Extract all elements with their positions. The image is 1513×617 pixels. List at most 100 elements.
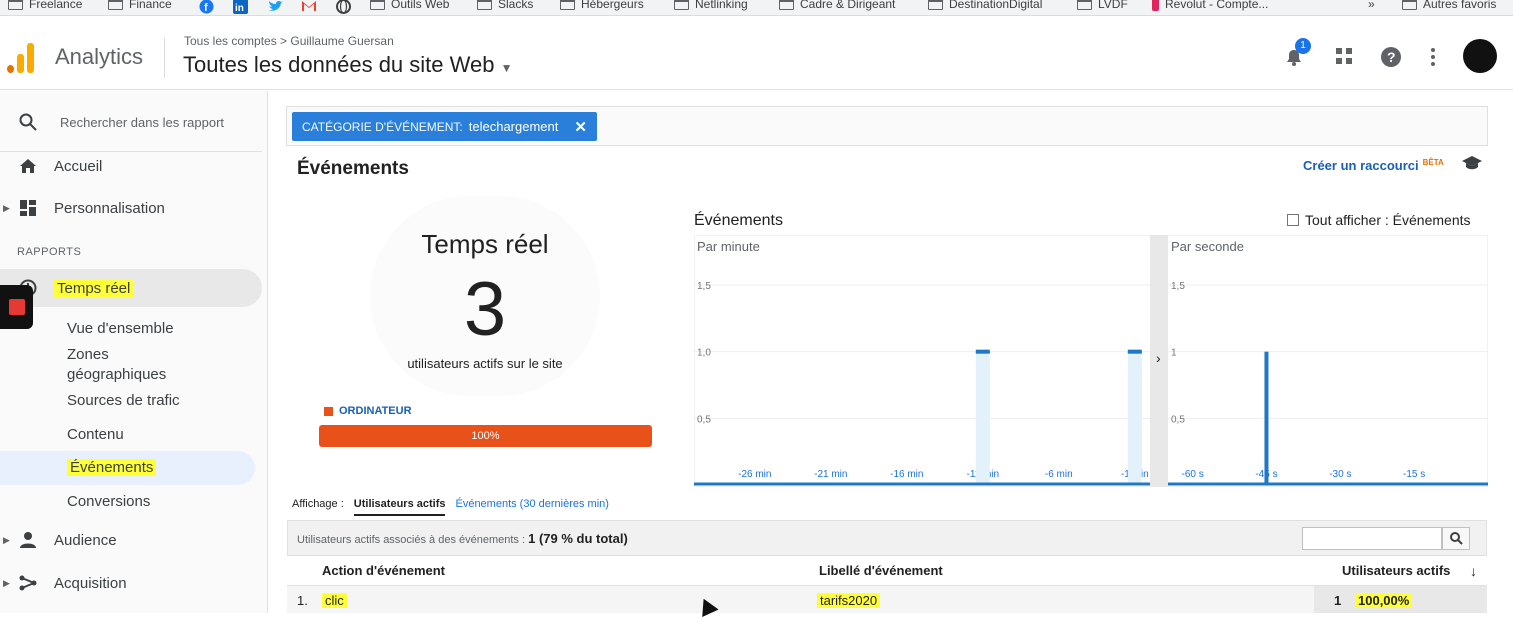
sidebar-sub-overview[interactable]: Vue d'ensemble bbox=[67, 319, 174, 339]
chevron-right-icon: ▶ bbox=[3, 577, 10, 588]
bookmark-destination-digital[interactable]: DestinationDigital bbox=[928, 0, 1042, 11]
app-header: Analytics Tous les comptes > Guillaume G… bbox=[0, 16, 1513, 90]
show-all-checkbox[interactable]: Tout afficher : Événements bbox=[1287, 212, 1471, 228]
x-tick-label: -16 min bbox=[890, 469, 923, 480]
folder-icon bbox=[8, 0, 23, 10]
record-stop-button[interactable] bbox=[0, 285, 33, 329]
realtime-title: Temps réel bbox=[421, 229, 549, 259]
folder-icon bbox=[674, 0, 689, 10]
linkedin-icon[interactable]: in bbox=[233, 0, 248, 14]
x-tick-label: -21 min bbox=[814, 469, 847, 480]
column-header-label[interactable]: Libellé d'événement bbox=[819, 563, 943, 578]
close-icon[interactable]: ✕ bbox=[574, 118, 587, 136]
bookmark-other-favorites[interactable]: Autres favoris bbox=[1402, 0, 1496, 11]
x-tick-label: -30 s bbox=[1329, 469, 1351, 480]
x-tick-label: -6 min bbox=[1045, 469, 1073, 480]
sidebar-search[interactable]: Rechercher dans les rapport bbox=[0, 103, 262, 141]
sidebar-item-audience[interactable]: ▶ Audience bbox=[0, 521, 262, 559]
row-active-users: 1 bbox=[1334, 593, 1342, 608]
active-users-label: utilisateurs actifs sur le site bbox=[407, 356, 563, 371]
page-title: Événements bbox=[297, 158, 409, 179]
chart-bar-bg bbox=[1127, 351, 1142, 485]
revolut-icon bbox=[1152, 0, 1159, 11]
graduation-cap-icon[interactable] bbox=[1461, 155, 1483, 176]
bookmark-slacks[interactable]: Slacks bbox=[477, 0, 533, 11]
bookmark-netlinking[interactable]: Netlinking bbox=[674, 0, 748, 11]
twitter-icon[interactable] bbox=[268, 0, 284, 14]
chart-bar bbox=[1127, 349, 1142, 354]
row-event-action[interactable]: clic bbox=[322, 593, 347, 608]
search-icon bbox=[18, 112, 38, 132]
bookmark-outils-web[interactable]: Outils Web bbox=[370, 0, 449, 11]
gmail-icon[interactable] bbox=[301, 0, 317, 12]
bookmark-freelance[interactable]: Freelance bbox=[8, 0, 82, 11]
chart-frame bbox=[694, 235, 1488, 487]
help-icon[interactable]: ? bbox=[1380, 46, 1402, 68]
globe-icon[interactable] bbox=[336, 0, 351, 14]
column-header-active-users[interactable]: Utilisateurs actifs bbox=[1342, 563, 1450, 578]
filter-chip[interactable]: CATÉGORIE D'ÉVÉNEMENT: telechargement ✕ bbox=[292, 112, 597, 141]
sidebar-item-acquisition[interactable]: ▶ Acquisition bbox=[0, 564, 262, 602]
folder-icon bbox=[928, 0, 943, 10]
y-tick-label: 1,5 bbox=[697, 281, 711, 292]
view-label: Affichage : bbox=[292, 498, 344, 510]
folder-icon bbox=[108, 0, 123, 10]
table-row[interactable]: 1. clic tarifs2020 1 100,00% bbox=[287, 586, 1487, 613]
sidebar-sub-events[interactable]: Événements bbox=[67, 458, 157, 478]
device-share-bar: 100% bbox=[319, 425, 652, 447]
sidebar-sub-traffic-sources[interactable]: Sources de trafic bbox=[67, 391, 180, 411]
y-tick-label: 0,5 bbox=[697, 414, 711, 425]
chart-panel-subtitle: Par seconde bbox=[1171, 239, 1244, 254]
chart-title: Événements bbox=[694, 212, 783, 229]
person-icon bbox=[18, 530, 38, 550]
bookmark-finance[interactable]: Finance bbox=[108, 0, 172, 11]
sidebar-item-home[interactable]: Accueil bbox=[0, 147, 262, 185]
svg-text:?: ? bbox=[1387, 49, 1396, 65]
bookmark-hebergeurs[interactable]: Hébergeurs bbox=[560, 0, 644, 11]
account-view-selector[interactable]: Toutes les données du site Web ▼ bbox=[183, 52, 512, 78]
sidebar-item-customization[interactable]: ▶ Personnalisation bbox=[0, 189, 262, 227]
avatar[interactable] bbox=[1463, 39, 1497, 73]
chevron-right-icon: ▶ bbox=[3, 202, 10, 213]
tab-active-users[interactable]: Utilisateurs actifs bbox=[353, 498, 446, 516]
sidebar-sub-conversions[interactable]: Conversions bbox=[67, 492, 150, 512]
y-tick-label: 1,0 bbox=[697, 348, 711, 359]
breadcrumb[interactable]: Tous les comptes > Guillaume Guersan bbox=[184, 34, 394, 48]
create-shortcut-link[interactable]: Créer un raccourci BÊTA bbox=[1303, 158, 1444, 173]
table-search-button[interactable] bbox=[1442, 527, 1470, 550]
search-input[interactable]: Rechercher dans les rapport bbox=[60, 115, 224, 130]
sidebar-sub-content[interactable]: Contenu bbox=[67, 425, 124, 445]
more-vert-icon[interactable] bbox=[1425, 46, 1447, 68]
bookmark-revolut[interactable]: Revolut - Compte... bbox=[1152, 0, 1268, 11]
app-name: Analytics bbox=[55, 44, 144, 69]
column-header-action[interactable]: Action d'événement bbox=[322, 563, 445, 578]
y-tick-label: 1 bbox=[1171, 348, 1177, 359]
svg-text:f: f bbox=[204, 2, 208, 14]
row-active-users-percent: 100,00% bbox=[1355, 593, 1413, 608]
y-tick-label: 1,5 bbox=[1171, 281, 1185, 292]
analytics-logo-icon[interactable] bbox=[7, 43, 37, 73]
dashboard-icon bbox=[18, 198, 38, 218]
device-legend: ORDINATEUR bbox=[324, 405, 412, 417]
x-tick-label: -60 s bbox=[1181, 469, 1203, 480]
row-event-label[interactable]: tarifs2020 bbox=[817, 593, 881, 608]
bookmark-cadre-dirigeant[interactable]: Cadre & Dirigeant bbox=[779, 0, 895, 11]
facebook-icon[interactable]: f bbox=[199, 0, 214, 14]
chart-bar-bg bbox=[975, 351, 990, 485]
notifications-bell-icon[interactable]: 1 bbox=[1283, 38, 1311, 68]
bookmark-lvdf[interactable]: LVDF bbox=[1077, 0, 1128, 11]
chart-panel-subtitle: Par minute bbox=[697, 239, 760, 254]
table-search-input[interactable] bbox=[1302, 527, 1442, 550]
apps-grid-icon[interactable] bbox=[1334, 46, 1356, 68]
folder-icon bbox=[560, 0, 575, 10]
tab-events-30min[interactable]: Événements (30 dernières min) bbox=[455, 498, 608, 516]
checkbox[interactable] bbox=[1287, 214, 1299, 226]
filter-bar: CATÉGORIE D'ÉVÉNEMENT: telechargement ✕ bbox=[286, 106, 1488, 146]
x-tick-label: -26 min bbox=[738, 469, 771, 480]
sidebar-sub-geo[interactable]: Zones géographiques bbox=[67, 345, 207, 385]
table-summary-bar: Utilisateurs actifs associés à des événe… bbox=[287, 520, 1487, 556]
folder-icon bbox=[1077, 0, 1092, 10]
sort-arrow-down-icon[interactable]: ↓ bbox=[1470, 563, 1477, 579]
sidebar-item-realtime[interactable]: Temps réel bbox=[0, 269, 262, 307]
bookmarks-overflow[interactable]: » bbox=[1368, 0, 1375, 11]
